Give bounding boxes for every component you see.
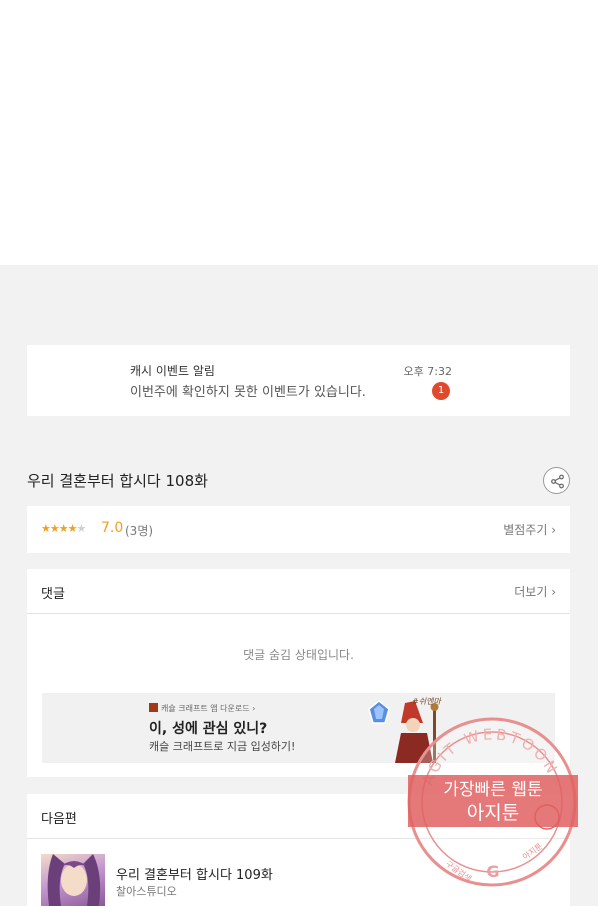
next-label: 다음편 bbox=[41, 812, 77, 827]
episode-thumbnail bbox=[41, 854, 105, 906]
next-header: 다음편 bbox=[27, 794, 570, 839]
star-icon: ★ bbox=[41, 522, 51, 535]
rate-button[interactable]: 별점주기 › bbox=[503, 521, 556, 538]
comments-hidden-notice: 댓글 숨김 상태입니다. bbox=[243, 648, 354, 662]
content-blank-area bbox=[0, 0, 598, 265]
cash-event-notification[interactable]: 캐시 이벤트 알림 이번주에 확인하지 못한 이벤트가 있습니다. 오후 7:3… bbox=[27, 345, 570, 416]
next-episode-studio: 찰아스튜디오 bbox=[116, 885, 177, 898]
ad-art-caption: #쉬엔마 bbox=[412, 697, 441, 706]
ad-subline: 캐슬 크래프트로 지금 입성하기! bbox=[149, 740, 296, 753]
star-icon: ★ bbox=[49, 522, 60, 535]
next-episode-title: 우리 결혼부터 합시다 109화 bbox=[116, 868, 273, 883]
next-episode-section: 다음편 우리 결혼부터 합시다 109화 찰아스튜디오 bbox=[27, 794, 570, 906]
ad-headline: 이, 성에 관심 있니? bbox=[149, 721, 268, 737]
comments-label: 댓글 bbox=[41, 587, 65, 602]
share-button[interactable] bbox=[543, 467, 570, 494]
notification-time: 오후 7:32 bbox=[403, 365, 452, 378]
rating-score: 7.0 bbox=[101, 520, 124, 536]
star-icon: ★ bbox=[58, 522, 69, 535]
comments-more-button[interactable]: 더보기 › bbox=[514, 583, 556, 600]
comments-header: 댓글 더보기 › bbox=[27, 569, 570, 614]
comments-section: 댓글 더보기 › 댓글 숨김 상태입니다. 캐슐 크래프트 앱 다운로드 › 이… bbox=[27, 569, 570, 777]
rating-bar: ★★★★★ 7.0 (3명) 별점주기 › bbox=[27, 506, 570, 553]
star-empty-icon: ★ bbox=[76, 522, 87, 535]
notification-title: 캐시 이벤트 알림 bbox=[130, 364, 215, 378]
ad-banner[interactable]: 캐슐 크래프트 앱 다운로드 › 이, 성에 관심 있니? 캐슬 크래프트로 지… bbox=[42, 693, 555, 763]
app-logo-icon bbox=[149, 703, 158, 712]
episode-title: 우리 결혼부터 합시다 108화 bbox=[27, 472, 208, 490]
notification-badge: 1 bbox=[432, 382, 450, 400]
star-half-icon: ★ bbox=[67, 522, 78, 535]
next-episode-item[interactable]: 우리 결혼부터 합시다 109화 찰아스튜디오 bbox=[41, 854, 561, 906]
share-icon bbox=[551, 474, 564, 489]
ad-app-link[interactable]: 캐슐 크래프트 앱 다운로드 › bbox=[149, 703, 255, 714]
notification-message: 이번주에 확인하지 못한 이벤트가 있습니다. bbox=[130, 385, 366, 400]
star-rating: ★★★★★ bbox=[41, 522, 87, 535]
rating-count: (3명) bbox=[125, 524, 154, 538]
